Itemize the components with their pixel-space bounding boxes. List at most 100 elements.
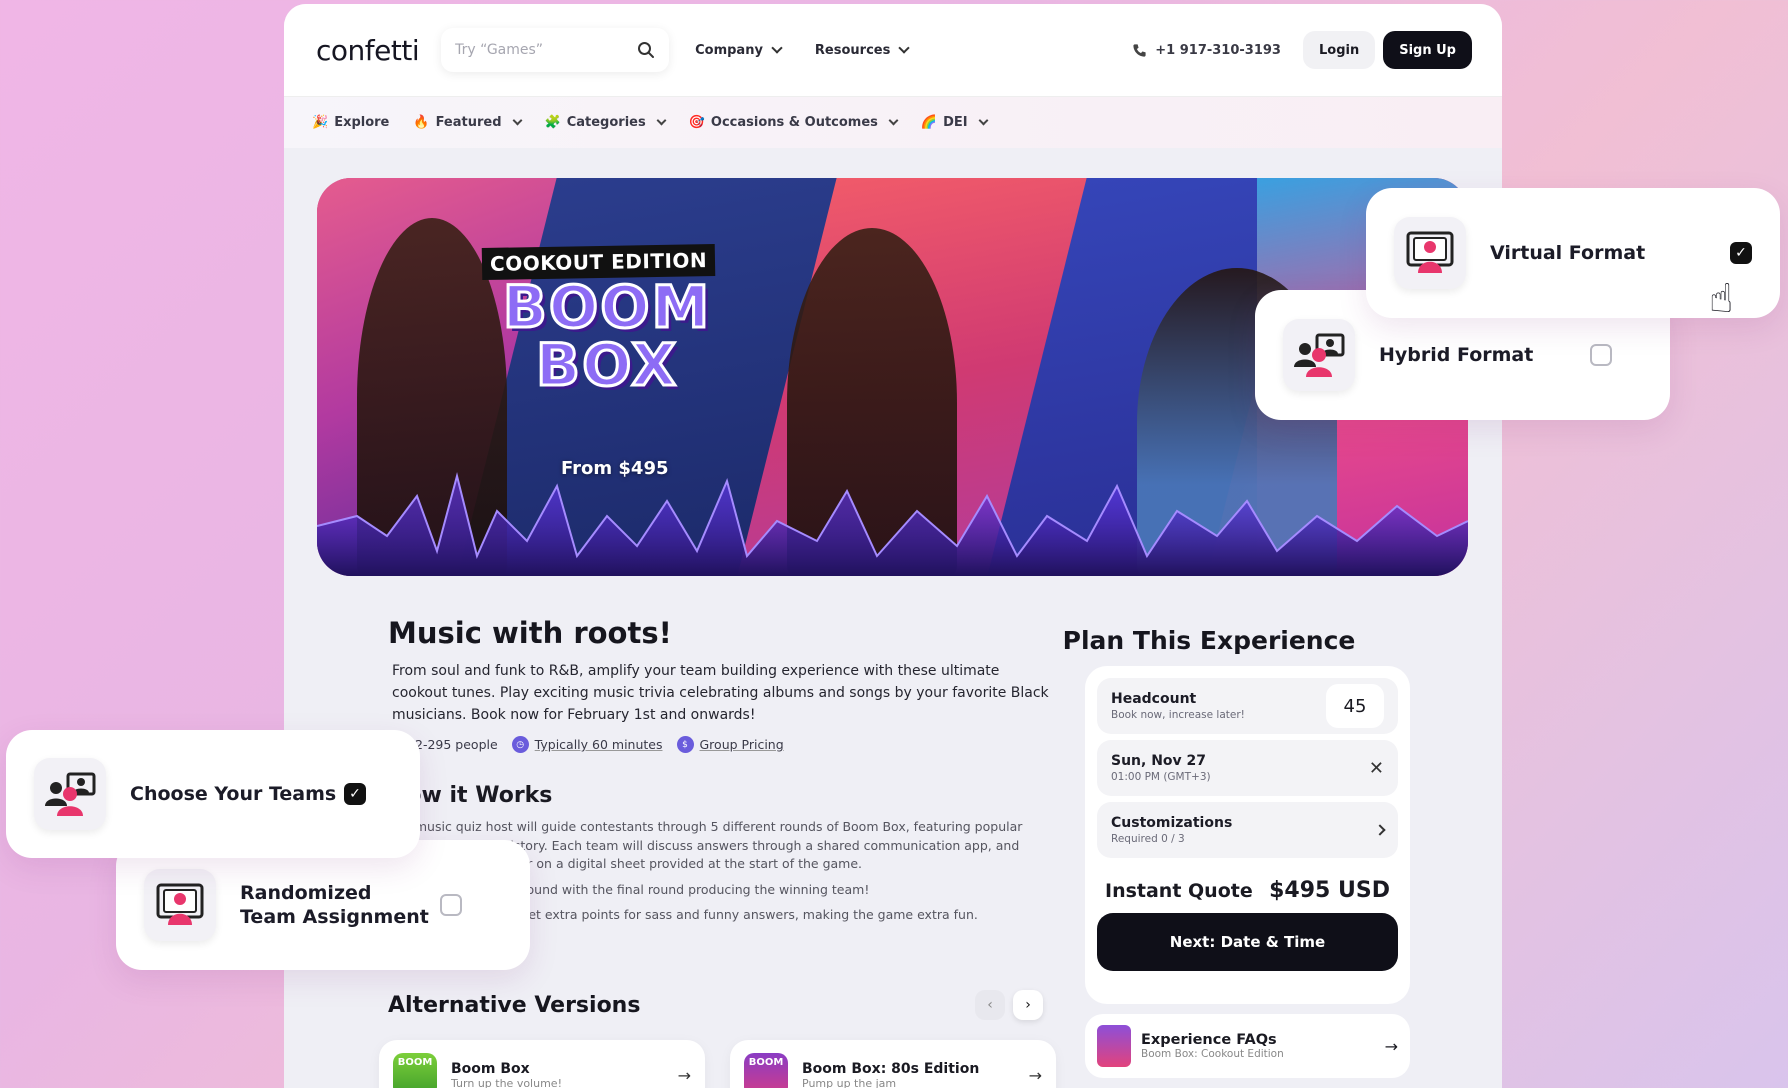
login-button[interactable]: Login [1302,31,1376,69]
subnav-explore[interactable]: 🎉 Explore [312,115,389,130]
customizations-row[interactable]: Customizations Required 0 / 3 [1097,802,1398,858]
date-row[interactable]: Sun, Nov 27 01:00 PM (GMT+3) ✕ [1097,740,1398,796]
boombox-logo: COOKOUT EDITION BOOM BOX [481,243,732,399]
clock-icon: ◷ [511,736,529,753]
subnav-dei[interactable]: 🌈 DEI [920,115,989,130]
carousel-arrows: ‹ › [975,990,1043,1020]
alternative-versions-header: Alternative Versions ‹ › [388,990,1043,1020]
headcount-row: Headcount Book now, increase later! 45 [1097,678,1398,734]
subnav-categories[interactable]: 🧩 Categories [544,115,667,130]
search-icon[interactable] [637,41,655,59]
quote-value: $495 USD [1269,878,1390,903]
subnav-label: Explore [334,115,390,130]
alt-thumbnail: BOOM [393,1053,437,1088]
cookout-edition-tag: COOKOUT EDITION [481,243,716,281]
search-input[interactable]: Try “Games” [455,42,543,58]
subnav-label: DEI [943,115,968,130]
nav-company[interactable]: Company [695,42,783,58]
carousel-next-button[interactable]: › [1013,990,1043,1020]
randomized-team-option[interactable]: Randomized Team Assignment [116,840,530,970]
confetti-logo[interactable]: confetti [316,34,420,67]
phone-icon [1133,43,1146,57]
choose-teams-checkbox[interactable]: ✓ [344,783,366,805]
hand-cursor-icon: ☝ [1709,276,1734,322]
faq-title: Experience FAQs [1141,1032,1277,1048]
alt-card-subtitle: Turn up the volume! [451,1076,562,1088]
arrow-right-icon: → [1028,1065,1042,1085]
chevron-right-icon [1374,824,1386,836]
category-subnav: 🎉 Explore 🔥 Featured 🧩 Categories 🎯 Occasion… [284,96,1502,148]
customizations-label: Customizations [1111,815,1233,831]
randomized-label-line: Team Assignment [240,906,429,928]
hybrid-format-checkbox[interactable] [1590,344,1612,366]
experience-meta: ●2-295 people ◷Typically 60 minutes $Gro… [392,736,1048,753]
virtual-format-checkbox[interactable]: ✓ [1730,242,1752,264]
faq-text: Experience FAQs Boom Box: Cookout Editio… [1141,1032,1284,1060]
headcount-label: Headcount [1111,691,1197,707]
instant-quote: Instant Quote $495 USD [1097,864,1398,913]
alt-card-subtitle: Pump up the jam [802,1076,897,1088]
carousel-prev-button[interactable]: ‹ [975,990,1005,1020]
experience-title: Music with roots! [388,616,672,650]
signup-button[interactable]: Sign Up [1383,31,1472,69]
chevron-down-icon [656,115,667,126]
pricing-icon: $ [676,736,694,753]
alt-version-card[interactable]: BOOM Boom Box Turn up the volume! → [379,1040,705,1088]
arrow-right-icon: → [677,1065,691,1085]
alt-version-card[interactable]: BOOM Boom Box: 80s Edition Pump up the j… [730,1040,1056,1088]
nav-resources-label: Resources [814,42,891,58]
randomized-team-icon [144,869,216,941]
subnav-occasions[interactable]: 🎯 Occasions & Outcomes [688,115,899,130]
fire-icon: 🔥 [413,115,430,130]
meta-pricing[interactable]: $ Group Pricing [676,736,784,753]
sound-wave [317,472,1468,576]
alt-thumbnail: BOOM [744,1053,788,1088]
headcount-input[interactable]: 45 [1326,684,1384,728]
subnav-featured[interactable]: 🔥 Featured [413,115,522,130]
phone-number: +1 917-310-3193 [1155,42,1281,58]
alternative-versions-title: Alternative Versions [388,992,641,1018]
chevron-down-icon [512,115,522,126]
nav-company-label: Company [695,42,763,58]
choose-teams-label: Choose Your Teams [130,783,337,805]
how-it-works-title: How it Works [388,783,553,808]
chevron-down-icon [978,115,989,126]
meta-text: Typically 60 minutes [534,737,663,752]
top-navbar: confetti Try “Games” Company Resources +… [284,4,1502,96]
target-icon: 🎯 [688,115,705,130]
meta-duration[interactable]: ◷ Typically 60 minutes [511,736,663,753]
chevron-down-icon [888,115,899,126]
quote-label: Instant Quote [1105,879,1253,902]
search-box[interactable]: Try “Games” [441,28,670,72]
nav-resources[interactable]: Resources [814,42,911,58]
randomized-label-line: Randomized [240,882,372,904]
alt-card-title: Boom Box: 80s Edition [802,1060,980,1077]
meta-text: 2-295 people [415,737,498,752]
phone-link[interactable]: +1 917-310-3193 [1132,43,1281,58]
faq-thumbnail [1097,1025,1131,1067]
plan-title: Plan This Experience [1062,626,1356,655]
subnav-label: Occasions & Outcomes [710,115,878,130]
randomized-team-label: Randomized Team Assignment [240,881,429,929]
arrow-right-icon: → [1384,1036,1398,1056]
date-label: Sun, Nov 27 [1111,753,1207,769]
experience-description-text: From soul and funk to R&B, amplify your … [392,663,1049,723]
choose-teams-option[interactable]: Choose Your Teams ✓ [6,730,420,858]
puzzle-icon: 🧩 [544,115,561,130]
next-date-time-button[interactable]: Next: Date & Time [1097,913,1398,971]
close-icon[interactable]: ✕ [1369,758,1384,779]
alt-card-title: Boom Box [451,1060,530,1077]
virtual-format-label: Virtual Format [1490,242,1646,264]
hero-word-box: BOX [534,331,679,399]
randomized-team-checkbox[interactable] [440,894,462,916]
hybrid-format-icon [1283,319,1355,391]
hybrid-format-label: Hybrid Format [1379,344,1534,366]
subnav-label: Featured [435,115,502,130]
customizations-status: Required 0 / 3 [1111,833,1185,845]
experience-faqs-card[interactable]: Experience FAQs Boom Box: Cookout Editio… [1085,1014,1410,1078]
alt-card-text: Boom Box: 80s Edition Pump up the jam [802,1061,979,1088]
chevron-down-icon [898,42,911,54]
hero-price: From $495 [561,458,669,479]
time-label: 01:00 PM (GMT+3) [1111,771,1211,783]
rainbow-icon: 🌈 [920,115,938,130]
